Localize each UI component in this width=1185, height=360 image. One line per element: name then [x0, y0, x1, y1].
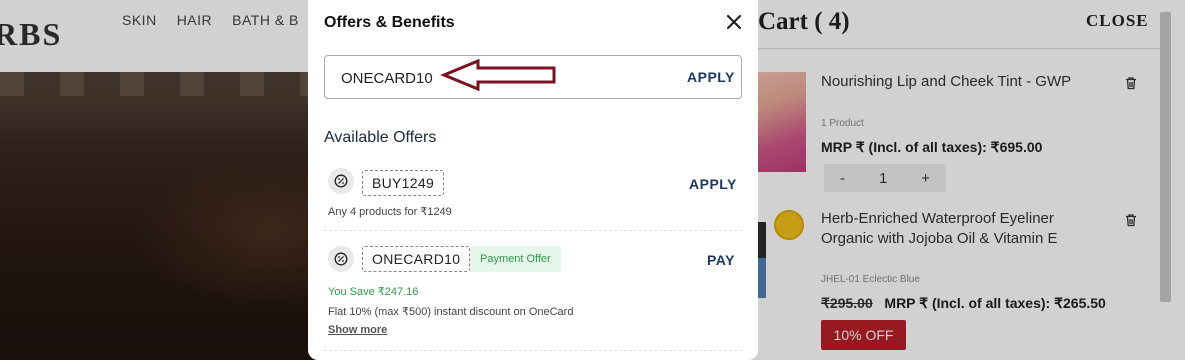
show-more-link[interactable]: Show more	[328, 324, 387, 336]
payment-offer-tag: Payment Offer	[470, 246, 561, 272]
offer-code: ONECARD10	[362, 246, 471, 272]
offer-code: BUY1249	[362, 170, 445, 196]
offer-pay-button[interactable]: PAY	[707, 252, 735, 268]
offer-savings: You Save ₹247.16	[328, 286, 419, 298]
offers-modal: Offers & Benefits APPLY Available Offers…	[308, 0, 758, 360]
close-icon[interactable]	[724, 12, 744, 32]
discount-badge-icon	[328, 246, 354, 272]
offer-apply-button[interactable]: APPLY	[689, 176, 737, 192]
offer-divider	[324, 350, 742, 351]
arrow-annotation-icon	[440, 58, 556, 92]
modal-title: Offers & Benefits	[324, 14, 455, 31]
discount-badge-icon	[328, 168, 354, 194]
offer-description: Flat 10% (max ₹500) instant discount on …	[328, 306, 574, 318]
available-offers-heading: Available Offers	[324, 129, 437, 146]
offer-description: Any 4 products for ₹1249	[328, 206, 452, 218]
coupon-apply-button[interactable]: APPLY	[687, 69, 735, 85]
offer-divider	[324, 230, 742, 231]
